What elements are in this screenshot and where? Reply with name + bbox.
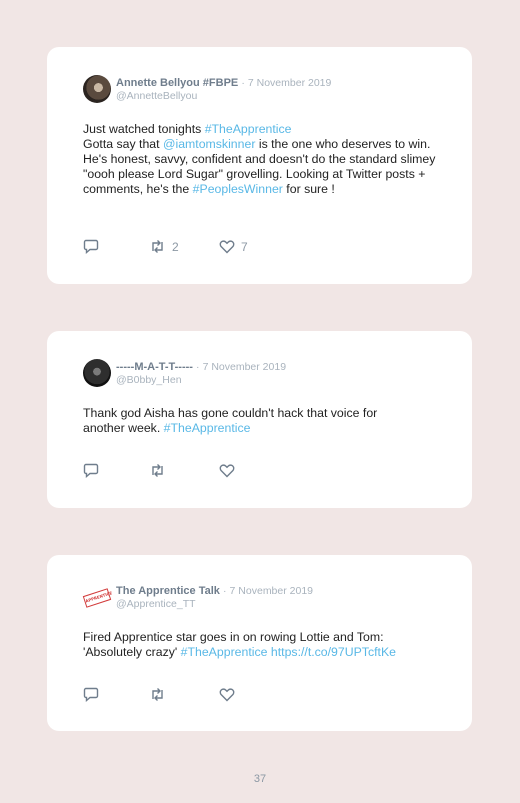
apprentice-stamp-logo: APPRENTICE <box>82 588 112 608</box>
tweet-actions: 2 7 <box>83 239 283 255</box>
hashtag-link[interactable]: #PeoplesWinner <box>193 182 283 196</box>
tweet-card: APPRENTICE The Apprentice Talk · 7 Novem… <box>47 555 472 731</box>
retweet-button[interactable]: 2 <box>149 239 179 254</box>
author-name[interactable]: The Apprentice Talk <box>116 585 220 597</box>
tweet-card: Annette Bellyou #FBPE · 7 November 2019 … <box>47 47 472 284</box>
tweet-date[interactable]: 7 November 2019 <box>248 77 331 89</box>
tweet-actions <box>83 687 283 703</box>
retweet-icon <box>152 240 163 253</box>
hashtag-link[interactable]: #TheApprentice <box>164 421 251 435</box>
author-name[interactable]: -----M-A-T-T----- <box>116 361 193 373</box>
url-link[interactable]: https://t.co/97UPTcftKe <box>271 645 396 659</box>
tweet-date[interactable]: 7 November 2019 <box>230 585 313 597</box>
tweet-header: Annette Bellyou #FBPE · 7 November 2019 … <box>116 77 331 103</box>
header-separator: · <box>196 361 200 373</box>
retweet-icon <box>152 464 163 477</box>
like-button[interactable] <box>219 687 235 702</box>
tweet-text: Thank god Aisha has gone couldn't hack t… <box>83 406 418 436</box>
author-name[interactable]: Annette Bellyou #FBPE <box>116 77 238 89</box>
tweet-date[interactable]: 7 November 2019 <box>203 361 286 373</box>
avatar[interactable] <box>83 75 111 103</box>
reply-icon <box>83 687 99 702</box>
tweet-actions <box>83 463 283 479</box>
reply-button[interactable] <box>83 687 99 702</box>
retweet-button[interactable] <box>149 687 166 702</box>
tweet-text-segment: Gotta say that <box>83 137 163 151</box>
retweet-button[interactable] <box>149 463 166 478</box>
reply-button[interactable] <box>83 463 99 478</box>
hashtag-link[interactable]: #TheApprentice <box>205 122 292 136</box>
retweet-count: 2 <box>172 239 179 254</box>
heart-icon <box>219 688 235 702</box>
hashtag-link[interactable]: #TheApprentice <box>181 645 268 659</box>
mention-link[interactable]: @iamtomskinner <box>163 137 255 151</box>
page-number: 37 <box>253 773 267 785</box>
tweet-text-segment: for sure ! <box>282 182 335 196</box>
header-separator: · <box>241 77 245 89</box>
tweet-header: -----M-A-T-T----- · 7 November 2019 @B0b… <box>116 361 286 387</box>
reply-icon <box>83 463 99 478</box>
heart-icon <box>219 464 235 478</box>
author-handle[interactable]: @Apprentice_TT <box>116 598 313 611</box>
tweet-text-segment: Just watched tonights <box>83 122 205 136</box>
header-separator: · <box>222 585 227 597</box>
like-button[interactable] <box>219 463 235 478</box>
avatar[interactable] <box>83 359 111 387</box>
like-button[interactable]: 7 <box>219 239 248 254</box>
heart-icon <box>219 240 235 254</box>
tweet-card: -----M-A-T-T----- · 7 November 2019 @B0b… <box>47 331 472 508</box>
author-handle[interactable]: @AnnetteBellyou <box>116 90 331 103</box>
tweet-text: Fired Apprentice star goes in on rowing … <box>83 630 433 660</box>
reply-icon <box>83 239 99 254</box>
reply-button[interactable] <box>83 239 99 254</box>
retweet-icon <box>152 688 163 701</box>
avatar[interactable]: APPRENTICE <box>82 582 112 612</box>
tweet-text: Just watched tonights #TheApprentice Got… <box>83 122 443 197</box>
like-count: 7 <box>241 239 248 254</box>
author-handle[interactable]: @B0bby_Hen <box>116 374 286 387</box>
tweet-header: The Apprentice Talk · 7 November 2019 @A… <box>116 585 313 611</box>
